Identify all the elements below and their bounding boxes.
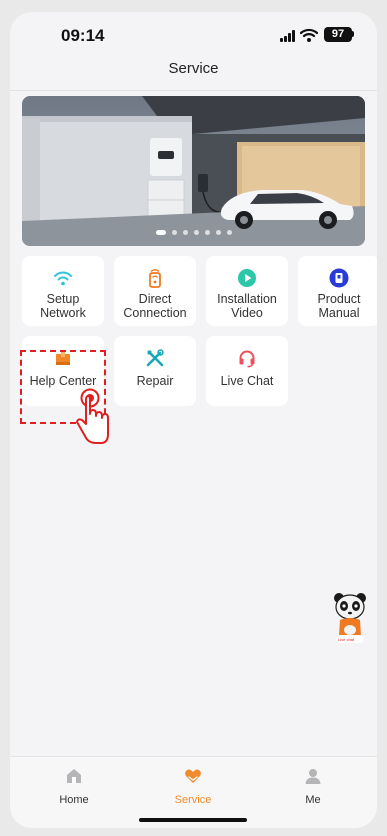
tab-me[interactable]: Me bbox=[273, 767, 353, 806]
mascot-caption: Live chat bbox=[338, 637, 355, 642]
tab-home[interactable]: Home bbox=[34, 767, 114, 806]
live-chat-tile[interactable]: Live Chat bbox=[206, 336, 288, 406]
live-chat-mascot-button[interactable]: Live chat bbox=[333, 590, 367, 655]
installation-video-tile[interactable]: Installation Video bbox=[206, 256, 288, 326]
repair-label: Repair bbox=[136, 374, 174, 388]
tap-hand-icon bbox=[76, 388, 109, 444]
carousel-dot[interactable] bbox=[171, 230, 177, 235]
tools-icon bbox=[146, 349, 164, 367]
tab-service[interactable]: Service bbox=[153, 767, 233, 806]
status-time: 09:14 bbox=[61, 26, 105, 45]
installation-video-label-1: Installation bbox=[217, 292, 277, 306]
profile-icon bbox=[305, 769, 321, 784]
installation-video-label-2: Video bbox=[231, 306, 263, 320]
phone-signal-icon bbox=[149, 269, 161, 288]
setup-network-label-1: Setup bbox=[46, 292, 80, 306]
setup-network-label-2: Network bbox=[40, 306, 86, 320]
status-bar: 09:14 97 bbox=[10, 12, 377, 52]
carousel-dot[interactable] bbox=[215, 230, 221, 235]
tab-home-label: Home bbox=[59, 794, 89, 806]
direct-connection-label-2: Connection bbox=[123, 306, 187, 320]
battery-tip bbox=[352, 31, 354, 37]
book-icon bbox=[329, 268, 349, 288]
tab-me-label: Me bbox=[305, 794, 321, 806]
repair-tile[interactable]: Repair bbox=[114, 336, 196, 406]
carousel-dot[interactable] bbox=[204, 230, 210, 235]
wifi-icon bbox=[54, 271, 72, 286]
setup-network-tile[interactable]: Setup Network bbox=[22, 256, 104, 326]
carousel-dot[interactable] bbox=[193, 230, 199, 235]
page-header: Service bbox=[10, 52, 377, 92]
header-divider bbox=[10, 90, 377, 91]
direct-connection-tile[interactable]: Direct Connection bbox=[114, 256, 196, 326]
banner-carousel[interactable] bbox=[22, 96, 365, 246]
product-manual-tile[interactable]: Product Manual bbox=[298, 256, 377, 326]
headset-icon bbox=[239, 350, 255, 368]
carousel-dot-active[interactable] bbox=[155, 230, 166, 235]
tab-service-label: Service bbox=[174, 794, 212, 806]
product-manual-label-1: Product bbox=[317, 292, 361, 306]
phone-screen: 09:14 97 Service Setup Network Direct Co… bbox=[10, 12, 377, 828]
cellular-signal-icon bbox=[280, 30, 295, 42]
service-icon bbox=[185, 769, 201, 783]
carousel-indicator bbox=[22, 222, 365, 240]
home-indicator bbox=[139, 818, 247, 822]
direct-connection-label-1: Direct bbox=[138, 292, 172, 306]
home-icon bbox=[67, 769, 81, 783]
battery-indicator: 97 bbox=[324, 27, 352, 42]
wifi-status-icon bbox=[300, 28, 318, 42]
play-icon bbox=[238, 269, 256, 287]
carousel-dot[interactable] bbox=[226, 230, 232, 235]
live-chat-label: Live Chat bbox=[220, 374, 274, 388]
product-manual-label-2: Manual bbox=[318, 306, 360, 320]
page-title: Service bbox=[168, 60, 219, 77]
carousel-dot[interactable] bbox=[182, 230, 188, 235]
